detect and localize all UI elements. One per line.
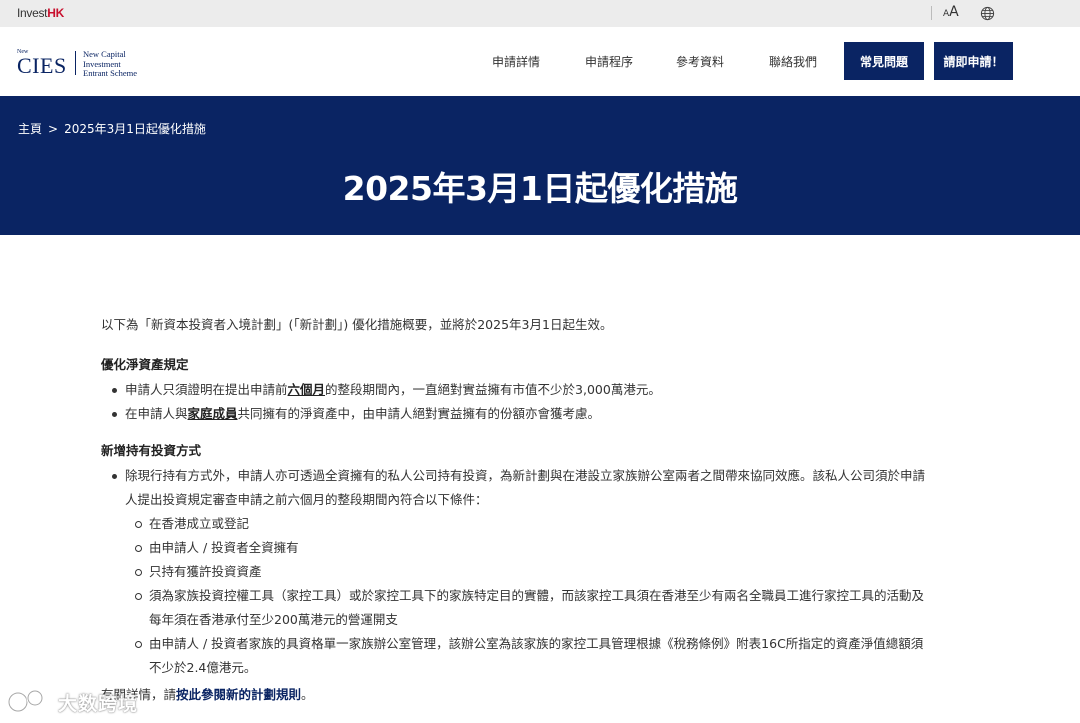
breadcrumb-separator: >: [48, 122, 59, 136]
sublist-item: 只持有獲許投資資產: [125, 560, 931, 584]
investment-holding-list: 除現行持有方式外，申請人亦可透過全資擁有的私人公司持有投資，為新計劃與在港設立家…: [101, 464, 931, 680]
brand-sub-line: Entrant Scheme: [83, 68, 138, 78]
faq-button[interactable]: 常見問題: [844, 42, 924, 80]
details-note: 有關詳情，請按此參閱新的計劃規則。: [101, 686, 931, 704]
list-item: 申請人只須證明在提出申請前六個月的整段期間內，一直絕對實益擁有市值不少於3,00…: [101, 378, 931, 402]
scheme-rules-link[interactable]: 按此參閱新的計劃規則: [176, 687, 301, 702]
sublist-item: 在香港成立或登記: [125, 512, 931, 536]
breadcrumb-current: 2025年3月1日起優化措施: [64, 122, 206, 136]
globe-icon[interactable]: [980, 6, 995, 21]
apply-now-button[interactable]: 請即申請！: [934, 42, 1013, 80]
sublist-item: 由申請人 / 投資者全資擁有: [125, 536, 931, 560]
breadcrumb-home[interactable]: 主頁: [18, 122, 42, 136]
sublist-item: 由申請人 / 投資者家族的具資格單一家族辦公室管理，該辦公室為該家族的家控工具管…: [125, 632, 931, 680]
brand-subtitle: New Capital Investment Entrant Scheme: [83, 49, 138, 79]
net-asset-list: 申請人只須證明在提出申請前六個月的整段期間內，一直絕對實益擁有市值不少於3,00…: [101, 378, 931, 426]
font-size-toggle[interactable]: AA: [943, 4, 959, 20]
section-heading-net-asset: 優化淨資產規定: [101, 357, 189, 372]
details-note-end: 。: [301, 687, 314, 702]
brand-name: CIES: [17, 53, 67, 78]
main-content: 以下為「新資本投資者入境計劃」(「新計劃」) 優化措施概要，並將於2025年3月…: [101, 316, 931, 704]
nav-contact-us[interactable]: 聯絡我們: [769, 53, 817, 70]
family-members-link[interactable]: 家庭成員: [188, 406, 238, 421]
watermark-text: 大数跨境: [58, 693, 139, 715]
list-item-text: 在申請人與: [125, 406, 188, 421]
utility-bar: InvestHK AA: [0, 0, 1080, 27]
utility-divider: [931, 6, 932, 20]
section-heading-investment-holding: 新增持有投資方式: [101, 443, 202, 458]
six-months-link[interactable]: 六個月: [288, 382, 326, 397]
page-title: 2025年3月1日起優化措施: [342, 169, 738, 208]
logo-prefix: Invest: [17, 6, 48, 20]
list-item: 除現行持有方式外，申請人亦可透過全資擁有的私人公司持有投資，為新計劃與在港設立家…: [101, 464, 931, 680]
list-item-text: 除現行持有方式外，申請人亦可透過全資擁有的私人公司持有投資，為新計劃與在港設立家…: [125, 468, 926, 507]
list-item-text: 共同擁有的淨資產中，由申請人絕對實益擁有的份額亦會獲考慮。: [237, 406, 601, 421]
breadcrumb: 主頁 >2025年3月1日起優化措施: [18, 120, 212, 137]
intro-paragraph: 以下為「新資本投資者入境計劃」(「新計劃」) 優化措施概要，並將於2025年3月…: [101, 317, 613, 332]
list-item-text: 的整段期間內，一直絕對實益擁有市值不少於3,000萬港元。: [325, 382, 661, 397]
logo-suffix: HK: [47, 6, 64, 20]
condition-sublist: 在香港成立或登記 由申請人 / 投資者全資擁有 只持有獲許投資資產 須為家族投資…: [125, 512, 931, 680]
watermark-logo-icon: [7, 689, 44, 713]
site-header: New CIES New Capital Investment Entrant …: [0, 27, 1080, 96]
brand-divider: [75, 51, 76, 75]
investhk-logo[interactable]: InvestHK: [17, 6, 64, 20]
list-item-text: 申請人只須證明在提出申請前: [125, 382, 288, 397]
nav-application-details[interactable]: 申請詳情: [492, 53, 540, 70]
nav-reference-materials[interactable]: 參考資料: [676, 53, 724, 70]
page-banner: 主頁 >2025年3月1日起優化措施 2025年3月1日起優化措施: [0, 96, 1080, 235]
watermark: 大数跨境: [6, 686, 146, 718]
font-size-large-icon: A: [949, 4, 959, 20]
nav-application-procedure[interactable]: 申請程序: [585, 53, 633, 70]
list-item: 在申請人與家庭成員共同擁有的淨資產中，由申請人絕對實益擁有的份額亦會獲考慮。: [101, 402, 931, 426]
sublist-item: 須為家族投資控權工具（家控工具）或於家控工具下的家族特定目的實體，而該家控工具須…: [125, 584, 931, 632]
